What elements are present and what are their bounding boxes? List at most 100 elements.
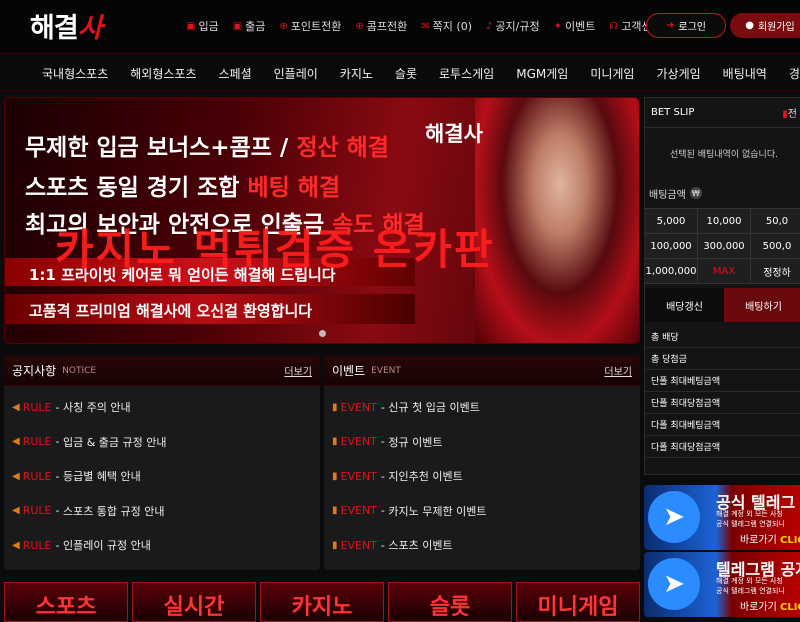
category-sports[interactable]: 스포츠 xyxy=(4,582,128,622)
banner-logo: 해결사 xyxy=(425,122,483,146)
nav-casino[interactable]: 카지노 xyxy=(340,65,373,82)
list-item[interactable]: ▮ EVENT - 지인추천 이벤트 xyxy=(324,459,640,494)
telegram-icon: ➤ xyxy=(648,558,700,610)
amount-button[interactable]: 100,000 xyxy=(645,234,697,258)
bet-slip: BET SLIP ▮전 선택된 배팅내역이 없습니다. 배팅금액 ₩ 5,000… xyxy=(644,97,800,475)
megaphone-icon: ◀ xyxy=(12,539,20,551)
top-nav: ▣ 입금 ▣ 출금 ⊕ 포인트전환 ⊕ 콤프전환 ✉ 쪽지 (0) ♪ 공지/규정 ✦ 이벤트… xyxy=(186,18,662,34)
nav-virtual[interactable]: 가상게임 xyxy=(656,65,700,82)
notice-more-link[interactable]: 더보기 xyxy=(284,363,312,378)
topnav-point[interactable]: ⊕ 포인트전환 xyxy=(279,18,341,34)
login-icon: ➜ xyxy=(666,20,675,31)
promo-note: 공식 텔레그램 연결되니 xyxy=(716,587,785,595)
nav-special[interactable]: 스페셜 xyxy=(219,65,252,82)
list-item[interactable]: ▮ EVENT - 스포츠 이벤트 xyxy=(324,528,640,563)
betslip-empty-message: 선택된 배팅내역이 없습니다. xyxy=(670,149,778,160)
message-icon: ✉ xyxy=(421,20,430,32)
gift-icon: ▮ xyxy=(332,505,338,517)
megaphone-icon: ◀ xyxy=(12,505,20,517)
event-more-link[interactable]: 더보기 xyxy=(604,363,632,378)
telegram-promo-2[interactable]: ➤ 텔레그램 공지 해결 계정 외 모든 사칭 공식 텔레그램 연결되니 바로가… xyxy=(644,552,800,617)
topnav-withdraw[interactable]: ▣ 출금 xyxy=(233,18,266,34)
gift-icon: ▮ xyxy=(332,401,338,413)
main-nav: 국내형스포츠 해외형스포츠 스페셜 인플레이 카지노 슬롯 로투스게임 MGM게… xyxy=(0,56,800,91)
banner-dot[interactable] xyxy=(319,330,326,337)
reset-button[interactable]: 정정하 xyxy=(751,259,800,283)
nav-lotus[interactable]: 로투스게임 xyxy=(439,65,494,82)
banner-line-1: 무제한 입금 보너스+콤프 / 정산 해결 xyxy=(25,135,389,161)
promo-click[interactable]: CLICK xyxy=(780,602,800,613)
summary-total-win: 총 당첨금 xyxy=(645,348,800,370)
telegram-promo-1[interactable]: ➤ 공식 텔레그 해결 계정 외 모든 사칭 공식 텔레그램 연결되니 바로가기… xyxy=(644,485,800,550)
max-button[interactable]: MAX xyxy=(698,259,750,283)
list-item[interactable]: ◀ RULE - 등급별 혜택 안내 xyxy=(4,459,320,494)
category-casino[interactable]: 카지노 xyxy=(260,582,384,622)
amount-grid: 5,000 10,000 50,0 100,000 300,000 500,0 … xyxy=(645,208,800,284)
list-item[interactable]: ▮ EVENT - 정규 이벤트 xyxy=(324,425,640,460)
event-subtitle: EVENT xyxy=(371,365,401,376)
bet-amount-label: 배팅금액 xyxy=(649,189,686,201)
amount-button[interactable]: 500,0 xyxy=(751,234,800,258)
nav-slot[interactable]: 슬롯 xyxy=(395,65,417,82)
topnav-event[interactable]: ✦ 이벤트 xyxy=(554,18,596,34)
promo-click[interactable]: CLICK xyxy=(780,535,800,546)
gift-icon: ▮ xyxy=(332,436,338,448)
topnav-deposit[interactable]: ▣ 입금 xyxy=(186,18,219,34)
amount-button[interactable]: 5,000 xyxy=(645,209,697,233)
betslip-all-toggle[interactable]: ▮전 xyxy=(782,105,797,120)
amount-button[interactable]: 50,0 xyxy=(751,209,800,233)
summary-single-max-bet: 단폴 최대베팅금액 xyxy=(645,370,800,392)
event-title: 이벤트 xyxy=(332,364,366,378)
point-icon: ⊕ xyxy=(279,20,288,32)
promo-cta[interactable]: 바로가기 xyxy=(740,535,777,546)
promo-note: 해결 계정 외 모든 사칭 xyxy=(716,510,783,518)
watermark-text: 카지노 먹튀검증 온카판 xyxy=(55,225,495,274)
amount-button[interactable]: 1,000,000 xyxy=(645,259,697,283)
topnav-message[interactable]: ✉ 쪽지 (0) xyxy=(421,18,472,34)
betslip-title: BET SLIP xyxy=(651,107,695,118)
list-item[interactable]: ▮ EVENT - 카지노 무제한 이벤트 xyxy=(324,494,640,529)
user-icon: ● xyxy=(745,20,754,31)
nav-inplay[interactable]: 인플레이 xyxy=(274,65,318,82)
list-item[interactable]: ▮ EVENT - 신규 첫 입금 이벤트 xyxy=(324,390,640,425)
summary-total-odds: 총 배당 xyxy=(645,326,800,348)
login-button[interactable]: ➜ 로그인 xyxy=(646,13,726,38)
comp-icon: ⊕ xyxy=(355,20,364,32)
nav-overseas-sports[interactable]: 해외형스포츠 xyxy=(130,65,196,82)
nav-mgm[interactable]: MGM게임 xyxy=(516,65,568,82)
category-live[interactable]: 실시간 xyxy=(132,582,256,622)
nav-results[interactable]: 경기결과 xyxy=(789,65,800,82)
list-item[interactable]: ◀ RULE - 입금 & 출금 규정 안내 xyxy=(4,425,320,460)
site-logo[interactable]: 해결사 xyxy=(30,6,103,45)
amount-button[interactable]: 10,000 xyxy=(698,209,750,233)
nav-minigame[interactable]: 미니게임 xyxy=(590,65,634,82)
telegram-icon: ➤ xyxy=(648,491,700,543)
category-minigame[interactable]: 미니게임 xyxy=(516,582,640,622)
withdraw-icon: ▣ xyxy=(232,20,243,32)
amount-button[interactable]: 300,000 xyxy=(698,234,750,258)
list-item[interactable]: ◀ RULE - 인플레이 규정 안내 xyxy=(4,528,320,563)
gift-icon: ✦ xyxy=(553,20,562,32)
megaphone-icon: ◀ xyxy=(12,470,20,482)
topnav-comp[interactable]: ⊕ 콤프전환 xyxy=(355,18,407,34)
deposit-icon: ▣ xyxy=(186,20,196,32)
category-slot[interactable]: 슬롯 xyxy=(388,582,512,622)
promo-note: 해결 계정 외 모든 사칭 xyxy=(716,577,783,585)
nav-domestic-sports[interactable]: 국내형스포츠 xyxy=(42,65,108,82)
megaphone-icon: ◀ xyxy=(12,401,20,413)
megaphone-icon: ◀ xyxy=(12,436,20,448)
headset-icon: ☊ xyxy=(609,20,619,32)
topnav-notice[interactable]: ♪ 공지/규정 xyxy=(486,18,540,34)
notice-panel: 공지사항 NOTICE 더보기 ◀ RULE - 사칭 주의 안내 ◀ RULE - 입금 … xyxy=(4,356,320,570)
place-bet-button[interactable]: 배팅하기 xyxy=(724,288,800,322)
nav-bet-history[interactable]: 배팅내역 xyxy=(723,65,767,82)
promo-cta[interactable]: 바로가기 xyxy=(740,602,777,613)
refresh-odds-button[interactable]: 배당갱신 xyxy=(645,288,724,322)
notice-title: 공지사항 xyxy=(12,364,57,378)
gift-icon: ▮ xyxy=(332,470,338,482)
list-item[interactable]: ◀ RULE - 스포츠 통합 규정 안내 xyxy=(4,494,320,529)
gift-icon: ▮ xyxy=(332,539,338,551)
notice-header: 공지사항 NOTICE 더보기 xyxy=(4,356,320,386)
list-item[interactable]: ◀ RULE - 사칭 주의 안내 xyxy=(4,390,320,425)
join-button[interactable]: ● 회원가입 xyxy=(730,13,800,38)
